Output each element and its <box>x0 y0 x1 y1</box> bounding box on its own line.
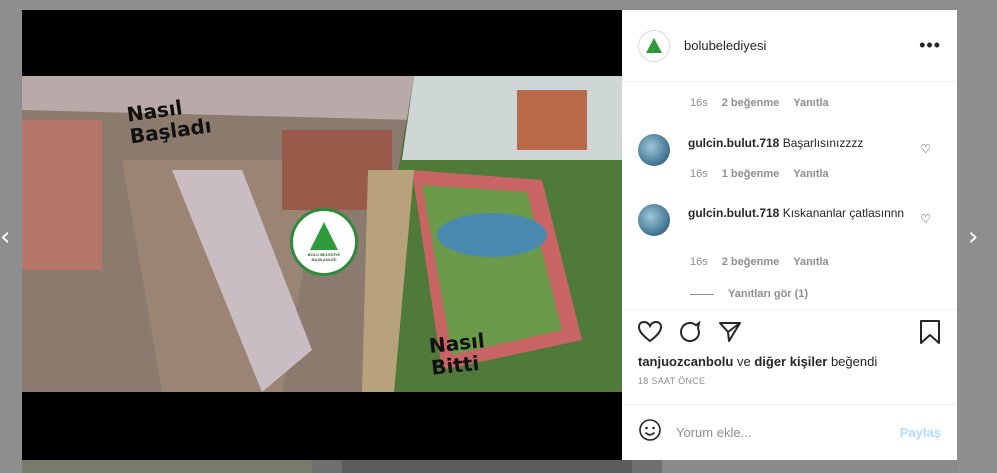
divider <box>690 293 714 295</box>
reply-button[interactable]: Yanıtla <box>793 256 828 268</box>
comment-body: gulcin.bulut.718 Başarlısınızzzz <box>688 134 908 166</box>
view-replies-label[interactable]: Yanıtları gör (1) <box>728 288 808 300</box>
comment-username[interactable]: gulcin.bulut.718 <box>688 206 779 220</box>
background-feed-strip <box>22 460 957 473</box>
view-replies-button[interactable]: Yanıtları gör (1) <box>690 288 808 300</box>
comment-likes[interactable]: 2 beğenme <box>722 97 779 109</box>
avatar[interactable] <box>638 134 670 166</box>
emoji-icon[interactable] <box>638 418 662 447</box>
share-icon[interactable] <box>718 320 742 349</box>
comment-likes[interactable]: 2 beğenme <box>722 256 779 268</box>
after-caption: Nasıl Bitti <box>427 328 486 380</box>
comment-time: 16s <box>690 256 708 268</box>
comment-text: Başarlısınızzzz <box>782 136 864 150</box>
heart-icon[interactable]: ♡ <box>920 142 931 156</box>
avatar[interactable] <box>638 29 670 62</box>
comment-meta: 16s 1 beğenme Yanıtla <box>690 168 829 180</box>
comment-time: 16s <box>690 97 708 109</box>
comment-meta: 16s 2 beğenme Yanıtla <box>690 97 829 109</box>
post-media[interactable]: Nasıl Başladı Nasıl Bitti BOLU BELEDİYE … <box>22 10 622 460</box>
action-icons <box>637 319 941 350</box>
logo-label: BOLU BELEDİYE BAŞKANLIĞI <box>307 252 341 262</box>
comment-item: gulcin.bulut.718 Başarlısınızzzz ♡ <box>638 134 941 166</box>
comment-item: gulcin.bulut.718 Kıskananlar çatlasınnn … <box>638 204 941 236</box>
feed-thumbnail <box>22 460 312 473</box>
tree-icon <box>646 38 662 53</box>
likes-summary: tanjuozcanbolu ve diğer kişiler beğendi <box>638 354 941 369</box>
comment-username[interactable]: gulcin.bulut.718 <box>688 136 779 150</box>
likes-suffix: beğendi <box>830 354 878 369</box>
more-options-icon[interactable]: ••• <box>919 35 941 56</box>
post-panel: bolubelediyesi ••• 16s 2 beğenme Yanıtla… <box>622 10 957 460</box>
avatar[interactable] <box>638 204 670 236</box>
municipality-logo: BOLU BELEDİYE BAŞKANLIĞI <box>290 208 358 276</box>
feed-thumbnail <box>662 460 957 473</box>
post-actions: tanjuozcanbolu ve diğer kişiler beğendi … <box>622 309 957 404</box>
post-comment-button[interactable]: Paylaş <box>900 425 941 440</box>
comment-text: Kıskananlar çatlasınnn <box>782 206 905 220</box>
heart-icon[interactable]: ♡ <box>920 212 931 226</box>
comment-input[interactable] <box>676 425 900 440</box>
add-comment-bar: Paylaş <box>622 404 957 460</box>
post-header: bolubelediyesi ••• <box>622 10 957 82</box>
reply-button[interactable]: Yanıtla <box>793 168 828 180</box>
post-modal: Nasıl Başladı Nasıl Bitti BOLU BELEDİYE … <box>22 10 957 460</box>
chevron-left-icon[interactable]: ‹ <box>0 222 10 252</box>
likes-connector: ve <box>736 354 751 369</box>
comment-likes[interactable]: 1 beğenme <box>722 168 779 180</box>
post-timestamp[interactable]: 18 SAAT ÖNCE <box>638 376 941 386</box>
comment-meta: 16s 2 beğenme Yanıtla <box>690 256 829 268</box>
other-likers-link[interactable]: diğer kişiler <box>754 354 827 369</box>
feed-thumbnail <box>342 460 632 473</box>
comment-body: gulcin.bulut.718 Kıskananlar çatlasınnn <box>688 204 908 236</box>
chevron-right-icon[interactable]: › <box>968 222 978 252</box>
heart-icon[interactable] <box>637 320 663 348</box>
tree-icon <box>310 222 338 250</box>
bookmark-icon[interactable] <box>919 319 941 350</box>
comment-icon[interactable] <box>678 320 702 349</box>
post-username[interactable]: bolubelediyesi <box>684 38 766 53</box>
comment-time: 16s <box>690 168 708 180</box>
reply-button[interactable]: Yanıtla <box>793 97 828 109</box>
liker-username[interactable]: tanjuozcanbolu <box>638 354 733 369</box>
comments-list: 16s 2 beğenme Yanıtla gulcin.bulut.718 B… <box>622 82 957 309</box>
